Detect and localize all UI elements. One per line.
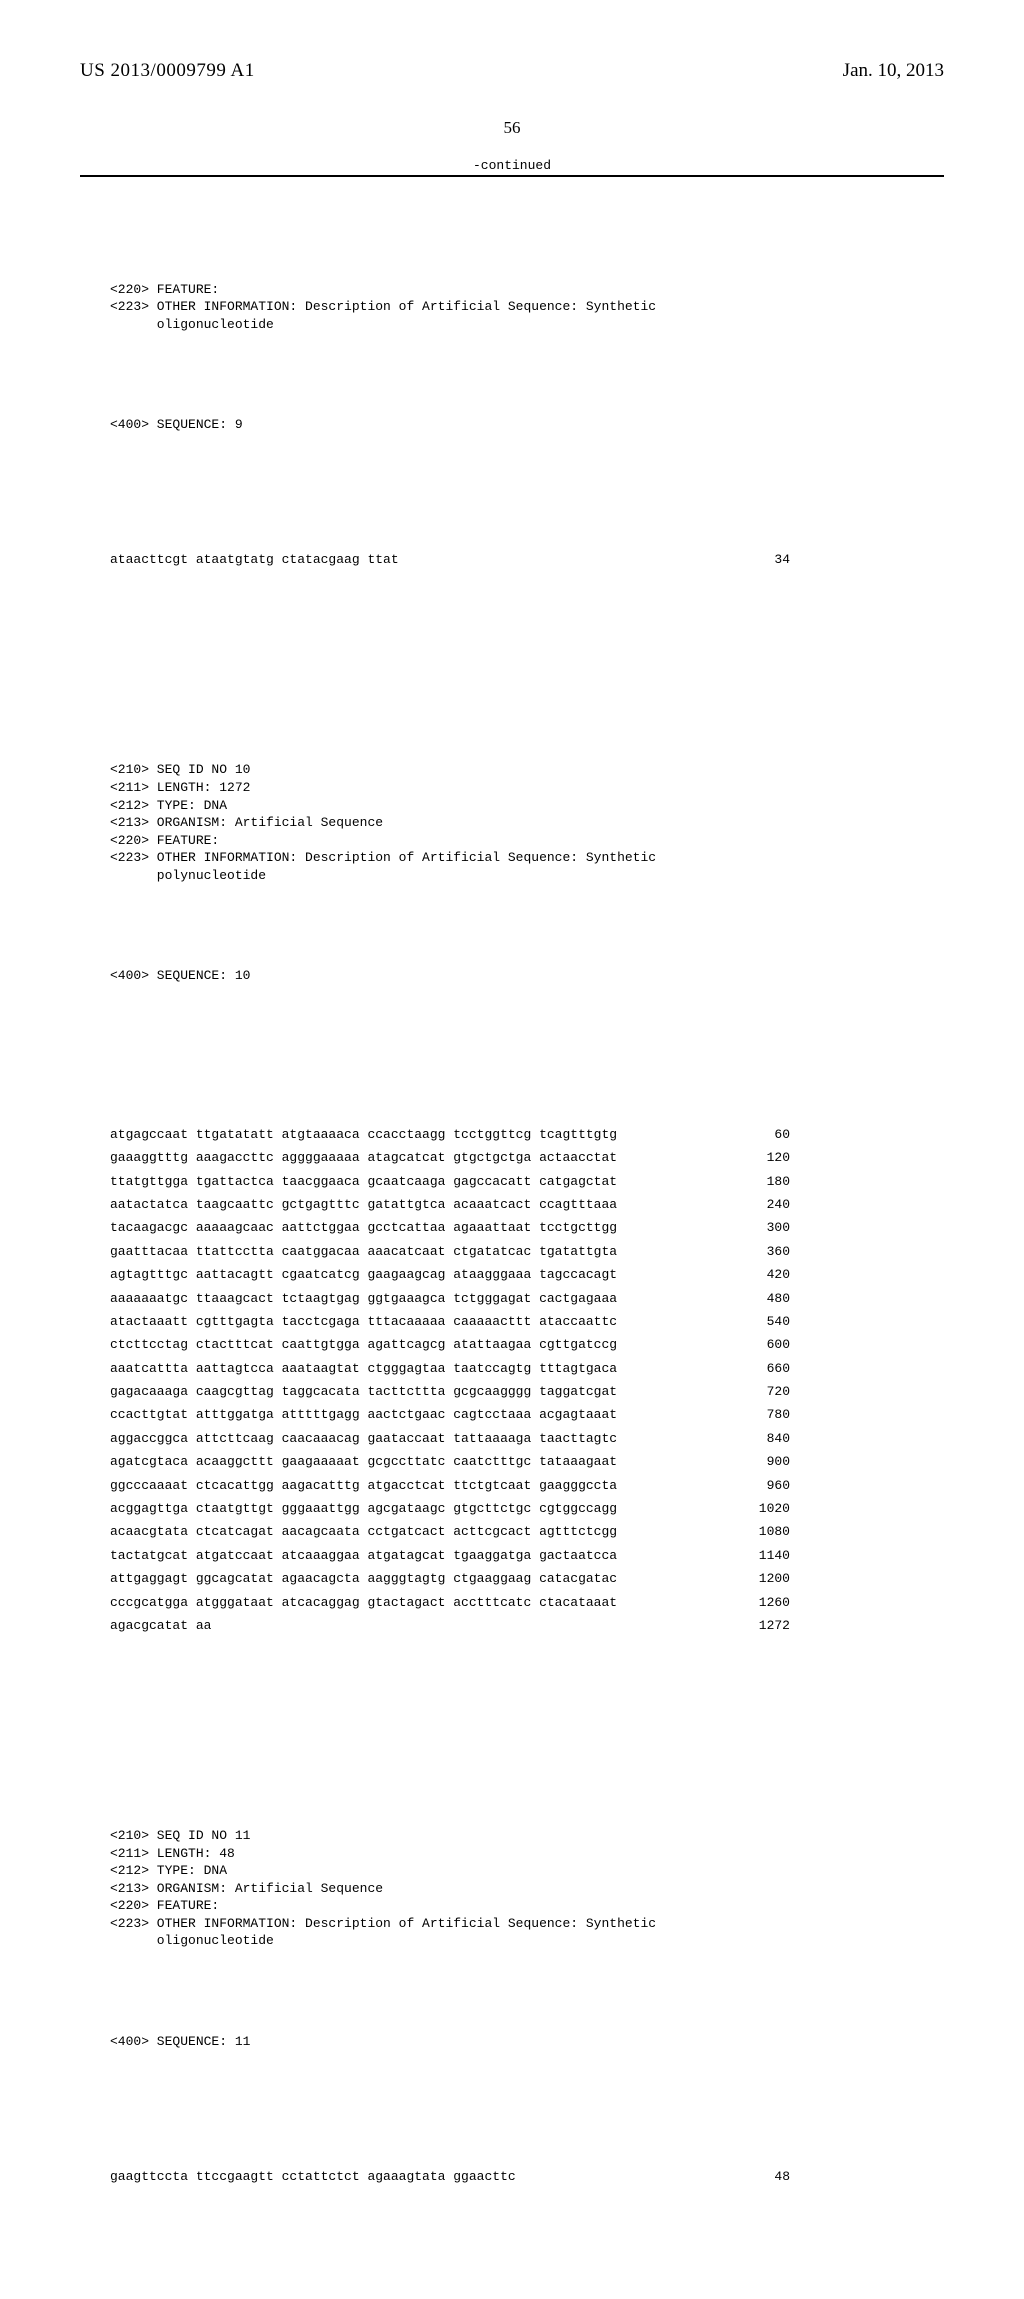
seq10-position: 840 <box>740 1427 790 1450</box>
seq10-line: acaacgtata ctcatcagat aacagcaata cctgatc… <box>110 1520 790 1543</box>
seq10-line: ccacttgtat atttggatga atttttgagg aactctg… <box>110 1403 790 1426</box>
seq10-line: agacgcatat aa 1272 <box>110 1614 790 1637</box>
seq10-sequence-text: cccgcatgga atgggataat atcacaggag gtactag… <box>110 1591 617 1614</box>
seq10-sequence-text: gaatttacaa ttattcctta caatggacaa aaacatc… <box>110 1240 617 1263</box>
publication-date: Jan. 10, 2013 <box>843 60 944 82</box>
seq10-line: gaatttacaa ttattcctta caatggacaa aaacatc… <box>110 1240 790 1263</box>
seq10-line: attgaggagt ggcagcatat agaacagcta aagggta… <box>110 1567 790 1590</box>
seq10-line: agtagtttgc aattacagtt cgaatcatcg gaagaag… <box>110 1263 790 1286</box>
seq10-position: 540 <box>740 1310 790 1333</box>
seq10-position: 1020 <box>740 1497 790 1520</box>
seq10-sequence-text: ctcttcctag ctactttcat caattgtgga agattca… <box>110 1333 617 1356</box>
seq10-meta: <210> SEQ ID NO 10 <211> LENGTH: 1272 <2… <box>110 761 944 884</box>
continued-label: -continued <box>80 158 944 173</box>
seq10-sequence-text: aggaccggca attcttcaag caacaaacag gaatacc… <box>110 1427 617 1450</box>
seq10-sequence-text: agacgcatat aa <box>110 1614 211 1637</box>
seq10-position: 300 <box>740 1216 790 1239</box>
seq11-position: 48 <box>740 2165 790 2188</box>
seq10-position: 960 <box>740 1474 790 1497</box>
seq10-position: 660 <box>740 1357 790 1380</box>
seq10-line: aaatcattta aattagtcca aaataagtat ctgggag… <box>110 1357 790 1380</box>
seq10-sequence-text: aaaaaaatgc ttaaagcact tctaagtgag ggtgaaa… <box>110 1287 617 1310</box>
seq10-sequence-text: aatactatca taagcaattc gctgagtttc gatattg… <box>110 1193 617 1216</box>
seq10-sequence-text: ggcccaaaat ctcacattgg aagacatttg atgacct… <box>110 1474 617 1497</box>
seq10-line: ggcccaaaat ctcacattgg aagacatttg atgacct… <box>110 1474 790 1497</box>
seq10-position: 480 <box>740 1287 790 1310</box>
seq10-position: 780 <box>740 1403 790 1426</box>
seq10-line: ttatgttgga tgattactca taacggaaca gcaatca… <box>110 1170 790 1193</box>
seq9-label: <400> SEQUENCE: 9 <box>110 413 944 436</box>
seq11-meta: <210> SEQ ID NO 11 <211> LENGTH: 48 <212… <box>110 1827 944 1950</box>
seq10-sequence-text: atactaaatt cgtttgagta tacctcgaga tttacaa… <box>110 1310 617 1333</box>
seq9-sequence-text: ataacttcgt ataatgtatg ctatacgaag ttat <box>110 548 399 571</box>
seq11-sequence-text: gaagttccta ttccgaagtt cctattctct agaaagt… <box>110 2165 516 2188</box>
seq10-position: 1200 <box>740 1567 790 1590</box>
seq10-line: atactaaatt cgtttgagta tacctcgaga tttacaa… <box>110 1310 790 1333</box>
seq10-line: gaaaggtttg aaagaccttc aggggaaaaa atagcat… <box>110 1146 790 1169</box>
seq9-line: ataacttcgt ataatgtatg ctatacgaag ttat 34 <box>110 548 790 571</box>
seq10-sequence-text: tacaagacgc aaaaagcaac aattctggaa gcctcat… <box>110 1216 617 1239</box>
seq10-sequence-text: ttatgttgga tgattactca taacggaaca gcaatca… <box>110 1170 617 1193</box>
seq10-sequence-text: gagacaaaga caagcgttag taggcacata tacttct… <box>110 1380 617 1403</box>
seq10-sequence-text: tactatgcat atgatccaat atcaaaggaa atgatag… <box>110 1544 617 1567</box>
seq10-position: 900 <box>740 1450 790 1473</box>
page-header: US 2013/0009799 A1 Jan. 10, 2013 <box>80 60 944 82</box>
seq10-sequence-text: atgagccaat ttgatatatt atgtaaaaca ccaccta… <box>110 1123 617 1146</box>
divider-top <box>80 175 944 177</box>
seq10-sequence-text: acggagttga ctaatgttgt gggaaattgg agcgata… <box>110 1497 617 1520</box>
seq10-position: 120 <box>740 1146 790 1169</box>
seq10-line: cccgcatgga atgggataat atcacaggag gtactag… <box>110 1591 790 1614</box>
seq10-sequence-text: acaacgtata ctcatcagat aacagcaata cctgatc… <box>110 1520 617 1543</box>
publication-number: US 2013/0009799 A1 <box>80 60 255 82</box>
seq10-label: <400> SEQUENCE: 10 <box>110 964 944 987</box>
seq10-line: acggagttga ctaatgttgt gggaaattgg agcgata… <box>110 1497 790 1520</box>
seq10-position: 60 <box>740 1123 790 1146</box>
seq10-position: 600 <box>740 1333 790 1356</box>
seq10-line: atgagccaat ttgatatatt atgtaaaaca ccaccta… <box>110 1123 790 1146</box>
seq10-line: tactatgcat atgatccaat atcaaaggaa atgatag… <box>110 1544 790 1567</box>
seq11-line: gaagttccta ttccgaagtt cctattctct agaaagt… <box>110 2165 790 2188</box>
seq10-position: 1260 <box>740 1591 790 1614</box>
seq10-line: aatactatca taagcaattc gctgagtttc gatattg… <box>110 1193 790 1216</box>
page-number: 56 <box>80 118 944 138</box>
seq10-line: gagacaaaga caagcgttag taggcacata tacttct… <box>110 1380 790 1403</box>
seq10-sequence-text: gaaaggtttg aaagaccttc aggggaaaaa atagcat… <box>110 1146 617 1169</box>
seq10-lines: atgagccaat ttgatatatt atgtaaaaca ccaccta… <box>110 1123 944 1638</box>
seq10-sequence-text: ccacttgtat atttggatga atttttgagg aactctg… <box>110 1403 617 1426</box>
seq9-position: 34 <box>740 548 790 571</box>
seq10-sequence-text: agtagtttgc aattacagtt cgaatcatcg gaagaag… <box>110 1263 617 1286</box>
seq10-sequence-text: aaatcattta aattagtcca aaataagtat ctgggag… <box>110 1357 617 1380</box>
seq10-sequence-text: attgaggagt ggcagcatat agaacagcta aagggta… <box>110 1567 617 1590</box>
seq11-label: <400> SEQUENCE: 11 <box>110 2030 944 2053</box>
sequence-listing: <220> FEATURE: <223> OTHER INFORMATION: … <box>80 187 944 2259</box>
seq10-position: 1080 <box>740 1520 790 1543</box>
seq10-position: 240 <box>740 1193 790 1216</box>
seq10-line: ctcttcctag ctactttcat caattgtgga agattca… <box>110 1333 790 1356</box>
seq10-position: 720 <box>740 1380 790 1403</box>
seq10-position: 180 <box>740 1170 790 1193</box>
seq10-line: aaaaaaatgc ttaaagcact tctaagtgag ggtgaaa… <box>110 1287 790 1310</box>
seq10-line: tacaagacgc aaaaagcaac aattctggaa gcctcat… <box>110 1216 790 1239</box>
seq10-position: 360 <box>740 1240 790 1263</box>
seq10-sequence-text: agatcgtaca acaaggcttt gaagaaaaat gcgcctt… <box>110 1450 617 1473</box>
seq10-position: 420 <box>740 1263 790 1286</box>
seq10-position: 1272 <box>740 1614 790 1637</box>
page-container: US 2013/0009799 A1 Jan. 10, 2013 56 -con… <box>0 0 1024 2299</box>
seq10-position: 1140 <box>740 1544 790 1567</box>
seq10-line: aggaccggca attcttcaag caacaaacag gaatacc… <box>110 1427 790 1450</box>
seq10-line: agatcgtaca acaaggcttt gaagaaaaat gcgcctt… <box>110 1450 790 1473</box>
seq9-meta: <220> FEATURE: <223> OTHER INFORMATION: … <box>110 281 944 334</box>
